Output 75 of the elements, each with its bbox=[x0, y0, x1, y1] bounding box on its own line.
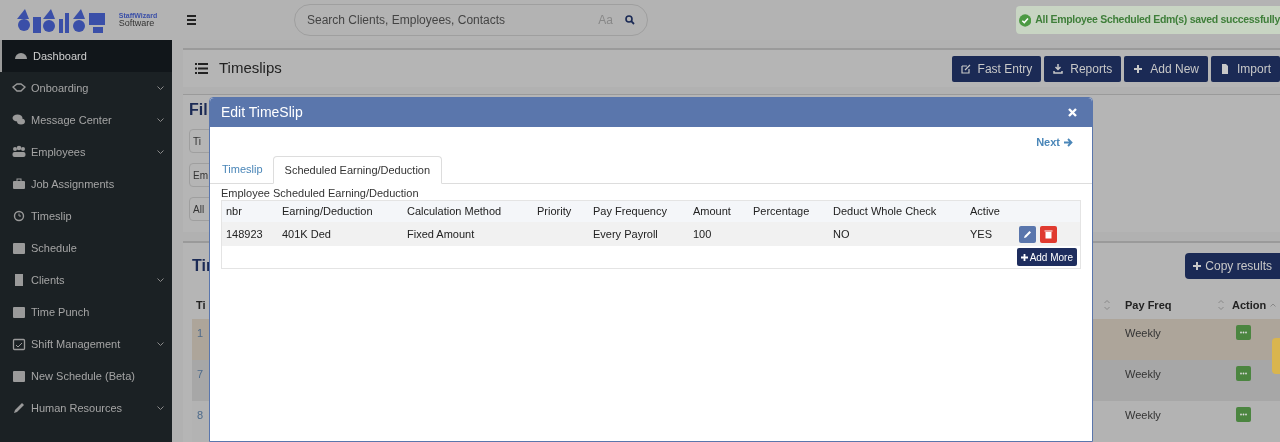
edit-button[interactable] bbox=[1019, 225, 1036, 243]
sidebar-item[interactable]: Timeslip bbox=[0, 200, 172, 232]
table-cell-text: 8 bbox=[196, 408, 205, 423]
chat-bubbles-icon bbox=[12, 113, 26, 127]
sidebar-item[interactable]: Schedule bbox=[0, 232, 172, 264]
dialog-tab[interactable]: Scheduled Earning/Deduction bbox=[272, 156, 443, 184]
section-title: Employee Scheduled Earning/Deduction bbox=[221, 186, 420, 200]
table-cell-text: Weekly bbox=[1124, 367, 1162, 382]
pencil-icon bbox=[12, 401, 26, 415]
sidebar-item[interactable]: Time Punch bbox=[0, 296, 172, 328]
table-cell-text: 401K Ded bbox=[281, 226, 332, 242]
table-cell-text: Weekly bbox=[1124, 326, 1162, 341]
table-cell-text: YES bbox=[969, 226, 993, 242]
more-options-button[interactable] bbox=[1236, 325, 1251, 340]
column-header: Amount bbox=[692, 204, 732, 220]
sidebar-item[interactable]: Employees bbox=[0, 136, 172, 168]
clock-icon bbox=[12, 209, 26, 223]
calendar-check-icon bbox=[12, 337, 26, 351]
table-cell-text: Every Payroll bbox=[592, 226, 659, 242]
edit-icon bbox=[960, 63, 971, 74]
plus-icon bbox=[1020, 253, 1028, 261]
column-header: Priority bbox=[536, 204, 573, 220]
sort-icon[interactable] bbox=[1270, 303, 1277, 307]
dialog-tab[interactable]: Timeslip bbox=[212, 155, 273, 183]
table-cell-text: 1 bbox=[196, 326, 205, 341]
filters-heading: Fil bbox=[189, 100, 208, 121]
toolbar-button[interactable]: Add New bbox=[1124, 55, 1208, 82]
column-header[interactable]: Ti bbox=[192, 296, 208, 314]
sidebar-item[interactable]: New Schedule (Beta) bbox=[0, 360, 172, 392]
close-icon[interactable] bbox=[1068, 108, 1077, 117]
more-options-button[interactable] bbox=[1236, 407, 1251, 422]
people-icon bbox=[12, 145, 26, 159]
table-cell-text: 148923 bbox=[225, 226, 264, 242]
more-options-button[interactable] bbox=[1236, 366, 1251, 381]
sidebar-item[interactable]: Message Center bbox=[0, 104, 172, 136]
plus-icon bbox=[1193, 262, 1202, 270]
sidebar-item[interactable]: Shift Management bbox=[0, 328, 172, 360]
toolbar-button[interactable]: Fast Entry bbox=[951, 55, 1042, 82]
table-cell-text: Fixed Amount bbox=[406, 226, 476, 242]
sidebar-item[interactable]: Dashboard bbox=[0, 40, 172, 72]
copy-results-button[interactable]: Copy results bbox=[1185, 253, 1280, 279]
sidebar-item[interactable]: Job Assignments bbox=[0, 168, 172, 200]
check-circle-icon bbox=[1019, 13, 1032, 27]
list-icon bbox=[195, 63, 208, 75]
next-link[interactable]: Next bbox=[1036, 136, 1073, 149]
file-icon bbox=[1220, 63, 1230, 74]
download-icon bbox=[1053, 63, 1064, 74]
column-header[interactable]: Pay Freq bbox=[1125, 296, 1172, 314]
toast-message: All Employee Scheduled Edm(s) saved successfully bbox=[1035, 12, 1280, 28]
toolbar-button[interactable]: Reports bbox=[1044, 55, 1122, 82]
delete-button[interactable] bbox=[1040, 225, 1057, 243]
page-title: Timeslips bbox=[219, 58, 282, 79]
briefcase-icon bbox=[12, 177, 26, 191]
table-cell-text: 100 bbox=[692, 226, 713, 242]
arrow-right-icon bbox=[1064, 138, 1073, 147]
dialog-title: Edit TimeSlip bbox=[221, 103, 303, 122]
search-icon[interactable] bbox=[625, 15, 635, 25]
column-header: nbr bbox=[225, 204, 243, 220]
column-header: Earning/Deduction bbox=[281, 204, 374, 220]
sidebar-item[interactable]: Onboarding bbox=[0, 72, 172, 104]
table-cell-text: 7 bbox=[196, 367, 205, 382]
add-more-button[interactable]: Add More bbox=[1016, 248, 1077, 266]
table-cell-text: NO bbox=[832, 226, 851, 242]
column-header: Percentage bbox=[752, 204, 811, 220]
column-header: Pay Frequency bbox=[592, 204, 668, 220]
plus-icon bbox=[1133, 63, 1144, 74]
column-header: Deduct Whole Check bbox=[832, 204, 938, 220]
sidebar-item[interactable]: Clients bbox=[0, 264, 172, 296]
column-header[interactable]: Action bbox=[1232, 296, 1267, 314]
column-header: Calculation Method bbox=[406, 204, 503, 220]
logo-subtitle: Software bbox=[118, 19, 155, 28]
toolbar-button[interactable]: Import bbox=[1211, 55, 1280, 82]
sidebar-item[interactable]: Human Resources bbox=[0, 392, 172, 424]
table-cell-text: Weekly bbox=[1124, 408, 1162, 423]
column-header: Active bbox=[969, 204, 1001, 220]
